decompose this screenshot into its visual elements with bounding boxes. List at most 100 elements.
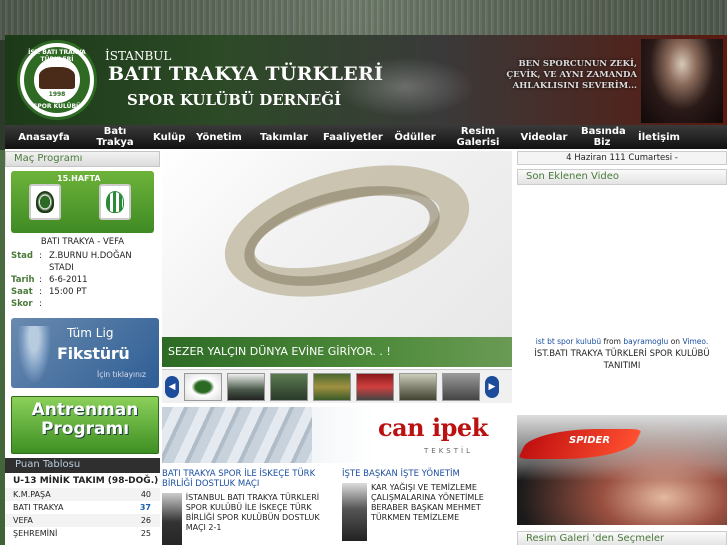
nav-yonetim[interactable]: Yönetim bbox=[187, 132, 251, 143]
thumbnail[interactable] bbox=[313, 372, 351, 401]
ataturk-portrait bbox=[641, 39, 723, 123]
detail-key: Tarih bbox=[11, 275, 35, 285]
news-item: İŞTE BAŞKAN İŞTE YÖNETİM KAR YAĞIŞI VE T… bbox=[342, 469, 514, 545]
match-card[interactable]: 15.HAFTA bbox=[11, 171, 154, 233]
vimeo-on-text: on bbox=[670, 337, 681, 346]
ataturk-quote: BEN SPORCUNUN ZEKİ, ÇEVİK, VE AYNI ZAMAN… bbox=[506, 59, 637, 91]
vimeo-site-link[interactable]: Vimeo. bbox=[682, 337, 708, 346]
right-sidebar: 4 Haziran 111 Cumartesi - Son Eklenen Vi… bbox=[517, 151, 727, 545]
fikstur-line3: İçin tıklayınız bbox=[97, 370, 146, 379]
news-item: BATI TRAKYA SPOR İLE İSKEÇE TÜRK BİRLİĞİ… bbox=[162, 469, 334, 545]
son-eklenen-video-heading: Son Eklenen Video bbox=[517, 169, 727, 185]
nav-bati-trakya[interactable]: Batı Trakya bbox=[83, 126, 147, 148]
thumbnail[interactable] bbox=[227, 372, 265, 401]
table-row: BATI TRAKYA 37 bbox=[5, 501, 160, 514]
news-title-link[interactable]: BATI TRAKYA SPOR İLE İSKEÇE TÜRK BİRLİĞİ… bbox=[162, 469, 334, 493]
standing-points: 26 bbox=[140, 516, 151, 525]
detail-value: 6-6-2011 bbox=[49, 275, 88, 285]
nav-resim-galerisi[interactable]: Resim Galerisi bbox=[443, 126, 513, 148]
spider-ad-banner[interactable]: SPIDER bbox=[517, 415, 727, 525]
video-title-link[interactable]: ist bt spor kulubü bbox=[536, 337, 601, 346]
match-name: BATI TRAKYA - VEFA bbox=[40, 237, 125, 247]
detail-value bbox=[49, 298, 149, 310]
mac-programi-heading: Maç Programı bbox=[5, 151, 160, 167]
detail-value: 15:00 PT bbox=[49, 287, 87, 297]
thumbnail[interactable] bbox=[270, 372, 308, 401]
match-detail-row: Tarih:6-6-2011 bbox=[11, 274, 160, 286]
canipek-brand: can ipek bbox=[378, 413, 488, 442]
standing-team: K.M.PAŞA bbox=[13, 490, 51, 499]
canipek-subtitle: TEKSTİL bbox=[424, 447, 473, 455]
main-content: SEZER YALÇIN DÜNYA EVİNE GİRİYOR. . ! ◀ … bbox=[162, 151, 514, 545]
detail-colon: : bbox=[39, 275, 42, 285]
thumbnail[interactable] bbox=[399, 372, 437, 401]
player-silhouette-image bbox=[17, 326, 51, 384]
fikstur-line1: Tüm Lig bbox=[67, 326, 114, 340]
standing-points: 40 bbox=[140, 490, 151, 499]
prev-arrow-icon[interactable]: ◀ bbox=[165, 375, 179, 398]
match-week: 15.HAFTA bbox=[57, 174, 101, 183]
nav-takimlar[interactable]: Takımlar bbox=[251, 132, 317, 143]
detail-key: Stad bbox=[11, 251, 34, 261]
standing-team: BATI TRAKYA bbox=[13, 503, 64, 512]
standing-points: 37 bbox=[139, 503, 151, 512]
club-crest-logo[interactable]: İST. BATI TRAKYA TÜRKLERİ 1998 SPOR KULÜ… bbox=[17, 40, 97, 120]
fikstur-line2: Fikstürü bbox=[57, 344, 130, 363]
nav-basinda-biz[interactable]: Basında Biz bbox=[575, 126, 629, 148]
detail-key: Saat bbox=[11, 287, 33, 297]
standing-points: 25 bbox=[140, 529, 151, 538]
antrenman-banner[interactable]: Antrenman Programı bbox=[11, 396, 159, 454]
detail-key: Skor bbox=[11, 299, 33, 309]
left-sidebar: Maç Programı 15.HAFTA BATI TRAKYA - VEFA… bbox=[5, 151, 160, 545]
detail-colon: : bbox=[39, 287, 42, 297]
slider-caption[interactable]: SEZER YALÇIN DÜNYA EVİNE GİRİYOR. . ! bbox=[162, 337, 512, 367]
header-city: İSTANBUL bbox=[105, 49, 172, 63]
thumbnail[interactable] bbox=[442, 372, 480, 401]
nav-videolar[interactable]: Videolar bbox=[513, 132, 575, 143]
fikstur-banner[interactable]: Tüm Lig Fikstürü İçin tıklayınız bbox=[11, 318, 159, 388]
detail-colon: : bbox=[39, 251, 42, 261]
slider-thumbnails: ◀ ▶ bbox=[162, 369, 512, 403]
match-detail-row: Skor: bbox=[11, 298, 160, 310]
away-team-emblem-icon bbox=[106, 191, 124, 213]
puan-tablosu-heading: Puan Tablosu bbox=[5, 458, 160, 473]
gallery-heading: Resim Galeri 'den Seçmeler bbox=[517, 531, 727, 545]
nav-iletisim[interactable]: İletişim bbox=[629, 132, 689, 143]
match-details: Stad: Z.BURNU H.DOĞAN STADI Tarih:6-6-201… bbox=[11, 250, 160, 310]
match-detail-row: Stad: Z.BURNU H.DOĞAN STADI bbox=[11, 250, 160, 274]
video-player[interactable] bbox=[517, 187, 727, 337]
crest-bottom-text: SPOR KULÜBÜ bbox=[33, 103, 81, 110]
league-name: U-13 MİNİK TAKIM (98-DOĞ.) bbox=[13, 476, 159, 486]
site-container: İST. BATI TRAKYA TÜRKLERİ 1998 SPOR KULÜ… bbox=[5, 35, 727, 545]
standing-team: VEFA bbox=[13, 516, 33, 525]
fabric-image bbox=[162, 407, 312, 463]
nav-kulup[interactable]: Kulüp bbox=[147, 132, 187, 143]
table-row: ŞEHREMİNİ 25 bbox=[5, 527, 160, 540]
main-nav: Anasayfa Batı Trakya Kulüp Yönetim Takım… bbox=[5, 125, 727, 149]
home-team-logo bbox=[29, 184, 61, 220]
news-photo[interactable] bbox=[342, 483, 367, 541]
table-row: K.M.PAŞA 40 bbox=[5, 488, 160, 501]
antrenman-line1: Antrenman bbox=[31, 400, 139, 420]
nav-anasayfa[interactable]: Anasayfa bbox=[5, 132, 83, 143]
vimeo-user-link[interactable]: bayramoglu bbox=[623, 337, 668, 346]
news-title-link[interactable]: İŞTE BAŞKAN İŞTE YÖNETİM bbox=[342, 469, 514, 483]
news-summary: İSTANBUL BATI TRAKYA TÜRKLERİ SPOR KULÜB… bbox=[185, 493, 320, 532]
detail-value: Z.BURNU H.DOĞAN STADI bbox=[49, 251, 132, 273]
news-summary: KAR YAĞIŞI VE TEMİZLEME ÇALIŞMALARINA YÖ… bbox=[370, 483, 484, 522]
next-arrow-icon[interactable]: ▶ bbox=[485, 375, 499, 398]
crest-year: 1998 bbox=[48, 91, 66, 98]
spider-brand: SPIDER bbox=[569, 435, 611, 446]
header-banner: İST. BATI TRAKYA TÜRKLERİ 1998 SPOR KULÜ… bbox=[5, 35, 727, 125]
away-team-logo bbox=[99, 184, 131, 220]
canipek-ad-banner[interactable]: can ipek TEKSTİL bbox=[162, 407, 514, 463]
news-slider-image[interactable] bbox=[162, 151, 512, 337]
antrenman-line2: Programı bbox=[40, 419, 130, 439]
nav-faaliyetler[interactable]: Faaliyetler bbox=[317, 132, 387, 143]
thumbnail[interactable] bbox=[356, 372, 394, 401]
vimeo-from-text: from bbox=[603, 337, 621, 346]
nav-oduller[interactable]: Ödüller bbox=[387, 132, 443, 143]
match-detail-row: Saat:15:00 PT bbox=[11, 286, 160, 298]
thumbnail[interactable] bbox=[184, 372, 222, 401]
news-photo[interactable] bbox=[162, 493, 182, 545]
